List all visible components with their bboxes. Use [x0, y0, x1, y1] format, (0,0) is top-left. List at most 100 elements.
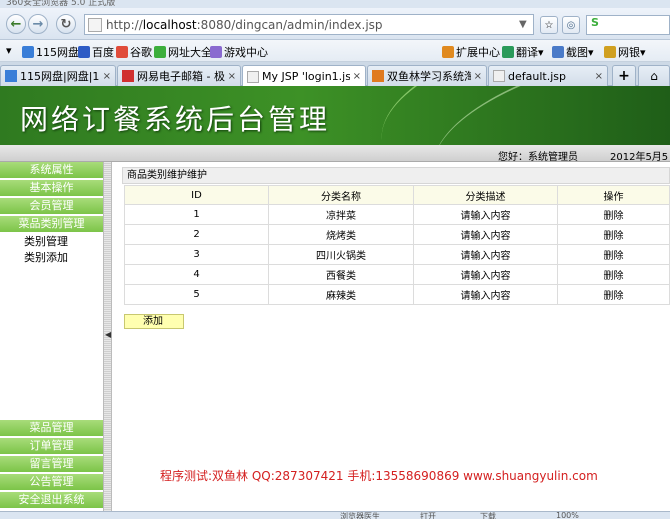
back-button[interactable]: ←	[6, 14, 26, 34]
cell-name: 凉拌菜	[268, 204, 414, 225]
sidebar-item-member-management[interactable]: 会员管理	[0, 198, 103, 214]
sidebar-item-dish-category-management[interactable]: 菜品类别管理	[0, 216, 103, 232]
star-button[interactable]: ☆	[540, 16, 558, 34]
bookmark-icon	[22, 46, 34, 58]
zoom-level[interactable]: 100%	[556, 512, 579, 519]
table-row: 4 西餐类 请输入内容 删除	[124, 264, 670, 285]
panel-title: 商品类别维护维护	[122, 167, 670, 184]
add-button[interactable]: 添加	[124, 314, 184, 329]
main-content: 商品类别维护维护 ID 分类名称 分类描述 操作 1 凉拌菜 请输入内容 删除 …	[112, 162, 670, 511]
sidebar-item-system-properties[interactable]: 系统属性	[0, 162, 103, 178]
tab-favicon-icon	[5, 70, 17, 82]
reload-button[interactable]: ↻	[56, 14, 76, 34]
bank-button[interactable]: 网银 ▾	[604, 44, 646, 60]
table-header-row: ID 分类名称 分类描述 操作	[124, 185, 670, 205]
bookmark-baidu[interactable]: 百度	[78, 44, 114, 60]
tab-favicon-icon	[122, 70, 134, 82]
triangle-left-icon[interactable]: ◀	[105, 330, 111, 339]
home-button[interactable]: ⌂	[638, 65, 670, 86]
status-download[interactable]: 下载	[480, 512, 496, 519]
column-header-id: ID	[124, 185, 269, 205]
column-header-action: 操作	[557, 185, 670, 205]
extension-center[interactable]: 扩展中心	[442, 44, 500, 60]
sidebar-item-logout[interactable]: 安全退出系统	[0, 492, 103, 508]
bookmark-icon	[210, 46, 222, 58]
translate-button[interactable]: 翻译 ▾	[502, 44, 544, 60]
cell-description: 请输入内容	[413, 204, 558, 225]
sidebar-subitem-category-add[interactable]: 类别添加	[0, 250, 103, 266]
delete-link[interactable]: 删除	[557, 204, 670, 225]
security-button[interactable]: ◎	[562, 16, 580, 34]
cell-id: 4	[124, 264, 269, 285]
puzzle-icon	[442, 46, 454, 58]
cell-name: 烧烤类	[268, 224, 414, 245]
status-open[interactable]: 打开	[420, 512, 436, 519]
sidebar: 系统属性 基本操作 会员管理 菜品类别管理 类别管理 类别添加 菜品管理 订单管…	[0, 162, 103, 511]
tab-163-mail[interactable]: 网易电子邮箱 - 极...×	[117, 65, 241, 86]
screenshot-button[interactable]: 截图 ▾	[552, 44, 594, 60]
cell-id: 3	[124, 244, 269, 265]
bookmark-icon	[78, 46, 90, 58]
shield-icon: ◎	[566, 19, 576, 31]
sidebar-item-order-management[interactable]: 订单管理	[0, 438, 103, 454]
back-arrow-icon: ←	[10, 16, 22, 32]
bookmark-games[interactable]: 游戏中心	[210, 44, 268, 60]
tab-default-jsp[interactable]: default.jsp ×	[488, 65, 608, 86]
url-text[interactable]: http://localhost:8080/dingcan/admin/inde…	[106, 18, 519, 32]
translate-icon	[502, 46, 514, 58]
tab-strip: 115网盘|网盘|115,...× 网易电子邮箱 - 极...× My JSP …	[0, 62, 670, 87]
tab-shuangyulin[interactable]: 双鱼林学习系统淘...×	[367, 65, 487, 86]
cell-id: 1	[124, 204, 269, 225]
tab-favicon-icon	[493, 70, 505, 82]
sidebar-collapse-bar[interactable]: ◀	[103, 162, 112, 511]
bookmark-google[interactable]: 谷歌	[116, 44, 152, 60]
tab-jsp-login[interactable]: My JSP 'login1.js...×	[242, 65, 366, 87]
sidebar-item-dish-management[interactable]: 菜品管理	[0, 420, 103, 436]
delete-link[interactable]: 删除	[557, 224, 670, 245]
bookmark-hao[interactable]: 网址大全	[154, 44, 212, 60]
close-icon[interactable]: ×	[103, 71, 111, 82]
page-banner: 网络订餐系统后台管理	[0, 86, 670, 145]
bookmarks-toggle[interactable]: ▾	[6, 44, 12, 57]
tab-favicon-icon	[247, 70, 259, 83]
status-doctor[interactable]: 浏览器医生	[340, 512, 380, 519]
delete-link[interactable]: 删除	[557, 264, 670, 285]
sidebar-item-message-management[interactable]: 留言管理	[0, 456, 103, 472]
window-title-bar: 360安全浏览器 5.0 正式版	[0, 0, 670, 8]
forward-button[interactable]: →	[28, 14, 48, 34]
home-icon: ⌂	[650, 69, 658, 83]
user-info-bar: 您好：系统管理员 2012年5月5日	[0, 145, 670, 178]
tab-favicon-icon	[372, 70, 384, 82]
forward-arrow-icon: →	[32, 16, 44, 32]
delete-link[interactable]: 删除	[557, 244, 670, 265]
cell-id: 2	[124, 224, 269, 245]
sidebar-item-notice-management[interactable]: 公告管理	[0, 474, 103, 490]
close-icon[interactable]: ×	[474, 71, 482, 82]
bank-icon	[604, 46, 616, 58]
search-engine-box[interactable]: S	[586, 15, 670, 35]
plus-icon: +	[618, 68, 630, 84]
sidebar-subitem-category-management[interactable]: 类别管理	[0, 234, 103, 250]
category-table: ID 分类名称 分类描述 操作 1 凉拌菜 请输入内容 删除 2 烧烤类 请输入…	[124, 185, 670, 305]
reload-icon: ↻	[60, 16, 72, 32]
window-title: 360安全浏览器 5.0 正式版	[6, 0, 116, 8]
delete-link[interactable]: 删除	[557, 284, 670, 305]
chevron-down-icon[interactable]: ▼	[519, 19, 533, 30]
close-icon[interactable]: ×	[353, 71, 361, 82]
banner-title: 网络订餐系统后台管理	[20, 103, 331, 136]
tab-115[interactable]: 115网盘|网盘|115,...×	[0, 65, 116, 86]
close-icon[interactable]: ×	[228, 71, 236, 82]
close-icon[interactable]: ×	[595, 71, 603, 82]
cell-description: 请输入内容	[413, 264, 558, 285]
navigation-bar: ← → ↻ http://localhost:8080/dingcan/admi…	[0, 8, 670, 40]
cell-description: 请输入内容	[413, 244, 558, 265]
new-tab-button[interactable]: +	[612, 65, 636, 86]
address-bar[interactable]: http://localhost:8080/dingcan/admin/inde…	[84, 14, 534, 35]
cell-id: 5	[124, 284, 269, 305]
sidebar-item-basic-operations[interactable]: 基本操作	[0, 180, 103, 196]
greeting-text: 您好：系统管理员	[498, 152, 578, 163]
bookmarks-bar: ▾ 115网盘 百度 谷歌 网址大全 游戏中心 扩展中心 翻译 ▾ 截图 ▾ 网…	[0, 40, 670, 62]
bookmark-115[interactable]: 115网盘	[22, 44, 79, 60]
table-row: 3 四川火锅类 请输入内容 删除	[124, 244, 670, 265]
column-header-name: 分类名称	[268, 185, 414, 205]
